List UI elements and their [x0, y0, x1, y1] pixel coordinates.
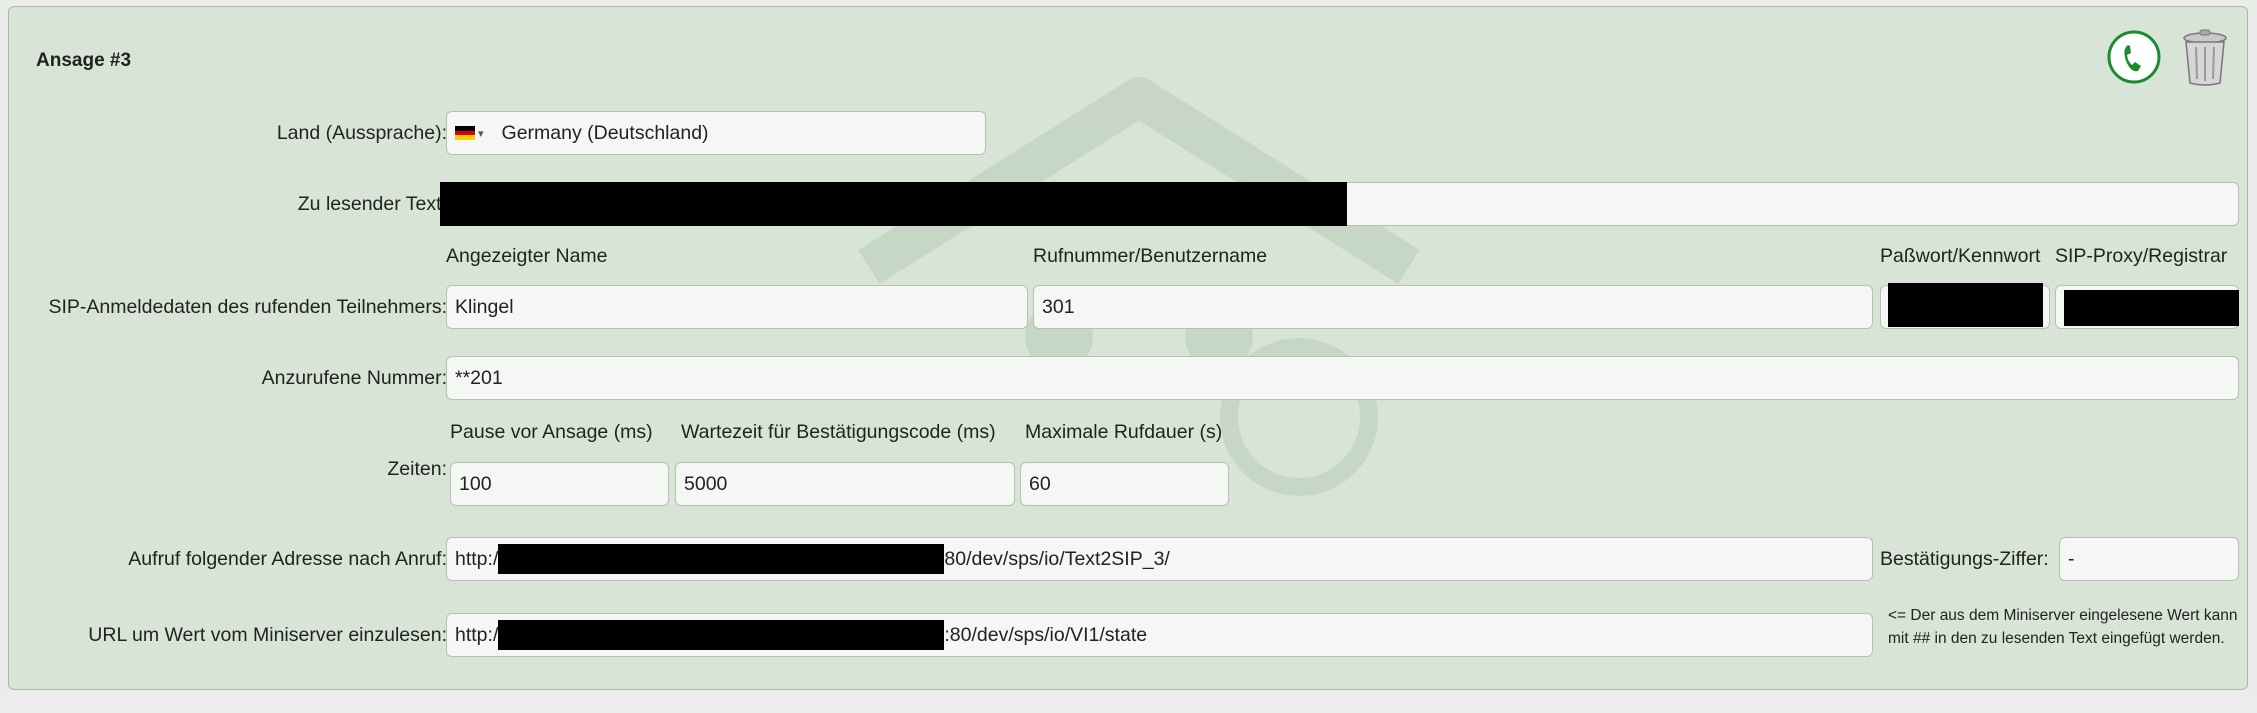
page-footer — [0, 695, 2257, 713]
readurl-input[interactable]: http:/ :80/dev/sps/io/VI1/state — [446, 613, 1873, 657]
country-value: Germany (Deutschland) — [501, 121, 709, 144]
country-label: Land (Aussprache): — [276, 122, 447, 144]
wait-input[interactable] — [675, 462, 1015, 506]
col-wait: Wartezeit für Bestätigungscode (ms) — [681, 421, 996, 443]
phone-icon — [2107, 30, 2161, 84]
callurl-suffix: 80/dev/sps/io/Text2SIP_3/ — [944, 547, 1170, 570]
col-pause: Pause vor Ansage (ms) — [450, 421, 653, 443]
col-display-name: Angezeigter Name — [446, 245, 608, 267]
number-label: Anzurufene Nummer: — [261, 367, 447, 389]
confirm-digit-input[interactable] — [2059, 537, 2239, 581]
col-password: Paßwort/Kennwort — [1880, 245, 2041, 267]
call-button[interactable] — [2106, 29, 2162, 90]
callurl-input[interactable]: http:/ 80/dev/sps/io/Text2SIP_3/ — [446, 537, 1873, 581]
delete-button[interactable] — [2180, 29, 2230, 92]
redacted-callurl — [498, 544, 945, 574]
announcement-panel: Ansage #3 Land (Aussprache): ▾ Germany (… — [8, 6, 2248, 690]
redacted-readurl — [498, 620, 945, 650]
username-input[interactable] — [1033, 285, 1873, 329]
redacted-text — [440, 182, 1347, 226]
trash-icon — [2183, 29, 2227, 86]
number-input[interactable] — [446, 356, 2239, 400]
pause-input[interactable] — [450, 462, 669, 506]
confirm-digit-label: Bestätigungs-Ziffer: — [1880, 548, 2049, 570]
miniserver-note: <= Der aus dem Miniserver eingelesene We… — [1888, 607, 2238, 647]
col-proxy: SIP-Proxy/Registrar — [2055, 245, 2228, 267]
chevron-down-icon: ▾ — [478, 127, 484, 140]
readurl-label: URL um Wert vom Miniserver einzulesen: — [88, 624, 447, 646]
germany-flag-icon — [455, 126, 475, 140]
readurl-suffix: :80/dev/sps/io/VI1/state — [944, 623, 1148, 646]
callurl-label: Aufruf folgender Adresse nach Anruf: — [128, 548, 447, 570]
max-input[interactable] — [1020, 462, 1229, 506]
readurl-prefix: http:/ — [455, 623, 499, 646]
col-username: Rufnummer/Benutzername — [1033, 245, 1268, 267]
redacted-password — [1888, 283, 2043, 327]
text-label: Zu lesender Text: — [297, 193, 447, 215]
col-max: Maximale Rufdauer (s) — [1025, 421, 1223, 443]
callurl-prefix: http:/ — [455, 547, 499, 570]
display-name-input[interactable] — [446, 285, 1028, 329]
section-title: Ansage #3 — [36, 50, 132, 71]
times-label: Zeiten: — [387, 458, 447, 480]
redacted-proxy — [2064, 290, 2239, 326]
sip-label: SIP-Anmeldedaten des rufenden Teilnehmer… — [48, 296, 447, 318]
country-select[interactable]: ▾ Germany (Deutschland) — [446, 111, 986, 155]
